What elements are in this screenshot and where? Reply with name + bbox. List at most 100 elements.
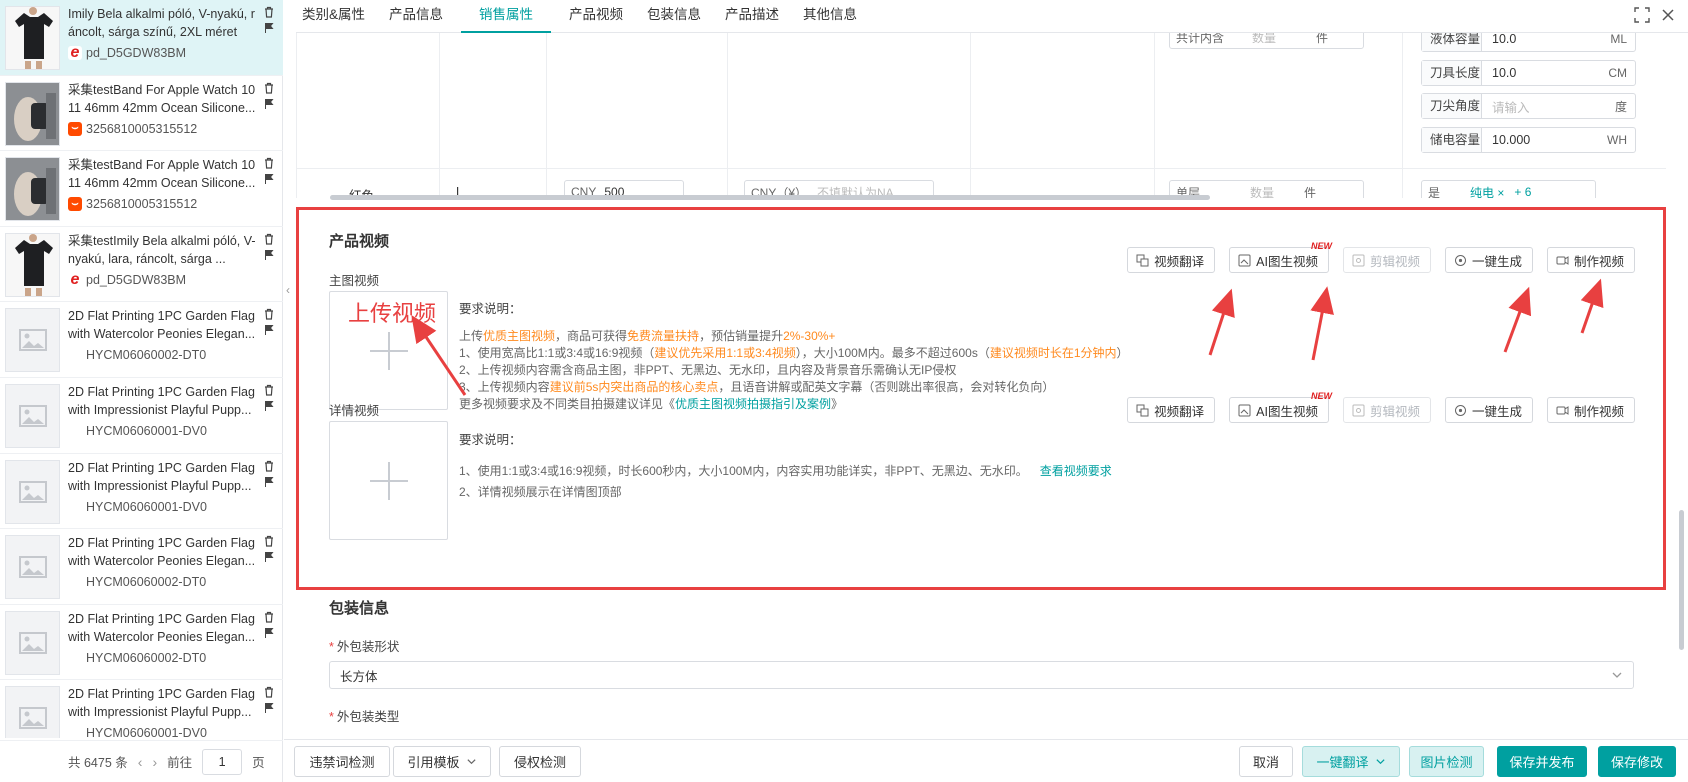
tab-5[interactable]: 产品描述 <box>719 0 785 33</box>
close-icon[interactable] <box>1660 7 1676 23</box>
one-click-translate-button[interactable]: 一键翻译 <box>1302 746 1400 777</box>
detail-video-translate-button[interactable]: 视频翻译 <box>1127 397 1216 423</box>
trash-icon[interactable] <box>263 82 275 94</box>
list-item[interactable]: 采集testBand For Apple Watch 10 11 46mm 42… <box>0 151 283 227</box>
infringement-check-button[interactable]: 侵权检测 <box>499 746 581 777</box>
apply-template-button[interactable]: 引用模板 <box>393 746 491 777</box>
tab-2[interactable]: 销售属性 <box>461 0 552 33</box>
package-shape-select[interactable]: 长方体 <box>329 661 1634 689</box>
flag-icon[interactable] <box>263 551 275 563</box>
image-placeholder-icon <box>5 535 60 600</box>
battery-select[interactable]: 是 纯电 × + 6 <box>1421 180 1596 198</box>
tab-4[interactable]: 包装信息 <box>641 0 707 33</box>
main-edit-video-button[interactable]: 剪辑视频 <box>1342 247 1431 273</box>
item-sku-text: HYCM06060002-DT0 <box>86 650 207 665</box>
attr-field[interactable]: 液体容量 10.0 ML <box>1421 33 1636 52</box>
attr-label: 刀具长度 <box>1422 60 1482 85</box>
main-video-upload[interactable]: 上传视频 <box>329 291 448 410</box>
flag-icon[interactable] <box>263 324 275 336</box>
video-requirements-link[interactable]: 查看视频要求 <box>1040 464 1112 478</box>
main-video-translate-button[interactable]: 视频翻译 <box>1127 247 1216 273</box>
attr-label: 液体容量 <box>1422 33 1482 51</box>
pager-goto-label: 前往 <box>167 756 193 770</box>
flag-icon[interactable] <box>263 249 275 261</box>
flag-icon[interactable] <box>263 400 275 412</box>
detail-video-upload[interactable] <box>329 421 448 540</box>
list-item[interactable]: 2D Flat Printing 1PC Garden Flag with Wa… <box>0 302 283 378</box>
item-title: 2D Flat Printing 1PC Garden Flag with Im… <box>68 687 255 720</box>
page-number-input[interactable] <box>202 748 243 775</box>
translate-icon <box>1136 404 1149 416</box>
trash-icon[interactable] <box>263 157 275 169</box>
trash-icon[interactable] <box>263 384 275 396</box>
required-mark: * <box>329 640 334 654</box>
tab-0[interactable]: 类别&属性 <box>296 0 371 33</box>
attr-field[interactable]: 储电容量 10.000 WH <box>1421 126 1636 153</box>
tab-6[interactable]: 其他信息 <box>797 0 863 33</box>
trash-icon[interactable] <box>263 535 275 547</box>
item-title: 2D Flat Printing 1PC Garden Flag with Wa… <box>68 611 256 644</box>
video-section-title: 产品视频 <box>329 233 390 250</box>
list-item[interactable]: 采集testImily Bela alkalmi póló, V-nyakú, … <box>0 227 283 303</box>
attr-field[interactable]: 刀具长度 10.0 CM <box>1421 59 1636 86</box>
tab-1[interactable]: 产品信息 <box>383 0 449 33</box>
product-thumbnail <box>5 6 60 70</box>
detail-make-video-button[interactable]: 制作视频 <box>1546 397 1635 423</box>
list-item[interactable]: 2D Flat Printing 1PC Garden Flag with Im… <box>0 378 283 454</box>
main-ai-video-button[interactable]: AI图生视频 NEW <box>1229 241 1332 273</box>
translate-label: 视频翻译 <box>1154 404 1205 419</box>
list-item[interactable]: 采集testBand For Apple Watch 10 11 46mm 42… <box>0 76 283 152</box>
pager-unit: 页 <box>252 756 265 770</box>
tab-3[interactable]: 产品视频 <box>563 0 629 33</box>
video-guide-link[interactable]: 优质主图视频拍摄指引及案例 <box>675 397 831 411</box>
collapse-sidebar-icon[interactable]: ‹ <box>283 280 293 300</box>
next-page-icon[interactable]: › <box>152 754 157 770</box>
trash-icon[interactable] <box>263 233 275 245</box>
image-check-button[interactable]: 图片检测 <box>1409 746 1484 777</box>
flag-icon[interactable] <box>263 22 275 34</box>
detail-edit-video-button[interactable]: 剪辑视频 <box>1342 397 1431 423</box>
detail-one-click-button[interactable]: 一键生成 <box>1444 397 1533 423</box>
main-make-video-button[interactable]: 制作视频 <box>1546 247 1635 273</box>
attr-field[interactable]: 刀尖角度 请输入 度 <box>1421 93 1636 119</box>
attr-unit: WH <box>1607 132 1627 147</box>
trash-icon[interactable] <box>263 6 275 18</box>
cancel-button[interactable]: 取消 <box>1239 746 1293 777</box>
list-item[interactable]: 2D Flat Printing 1PC Garden Flag with Wa… <box>0 529 283 605</box>
list-item[interactable]: 2D Flat Printing 1PC Garden Flag with Wa… <box>0 605 283 681</box>
product-thumbnail <box>5 157 60 222</box>
source-e-icon: e <box>68 44 82 61</box>
trash-icon[interactable] <box>263 308 275 320</box>
fullscreen-icon[interactable] <box>1634 7 1650 23</box>
trash-icon[interactable] <box>263 460 275 472</box>
vertical-scrollbar[interactable] <box>1679 510 1684 650</box>
inner-qty-field[interactable]: 共计内含 数量 件 <box>1169 33 1364 49</box>
variant-table: 共计内含 数量 件 液体容量 10.0 ML 刀具长度 10.0 CM 刀尖角度 请… <box>296 33 1666 198</box>
pack-qty-placeholder: 数量 <box>1250 185 1275 199</box>
flag-icon[interactable] <box>263 702 275 714</box>
item-actions <box>263 686 275 714</box>
prev-page-icon[interactable]: ‹ <box>138 754 143 770</box>
detail-ai-video-button[interactable]: AI图生视频 NEW <box>1229 391 1332 423</box>
trash-icon[interactable] <box>263 686 275 698</box>
ai-label: AI图生视频 <box>1256 404 1318 419</box>
main-one-click-button[interactable]: 一键生成 <box>1444 247 1533 273</box>
trash-icon[interactable] <box>263 611 275 623</box>
flag-icon[interactable] <box>263 627 275 639</box>
item-title: 2D Flat Printing 1PC Garden Flag with Im… <box>68 384 255 417</box>
flag-icon[interactable] <box>263 98 275 110</box>
main-req-line-3: 2、上传视频内容需含商品主图，非PPT、无黑边、无水印，且内容及背景音乐需确认无… <box>459 363 957 377</box>
horizontal-scrollbar[interactable] <box>330 195 1210 200</box>
list-item[interactable]: 2D Flat Printing 1PC Garden Flag with Im… <box>0 454 283 530</box>
edit-label: 剪辑视频 <box>1369 254 1420 269</box>
item-sku: e pd_D5GDW83BM <box>68 271 186 288</box>
list-item[interactable]: Imily Bela alkalmi póló, V-nyakú, ráncol… <box>0 0 283 76</box>
item-sku: e pd_D5GDW83BM <box>68 44 186 61</box>
flag-icon[interactable] <box>263 476 275 488</box>
list-item[interactable]: 2D Flat Printing 1PC Garden Flag with Im… <box>0 680 283 738</box>
flag-icon[interactable] <box>263 173 275 185</box>
forbidden-words-check-button[interactable]: 违禁词检测 <box>294 746 390 777</box>
save-and-publish-button[interactable]: 保存并发布 <box>1497 746 1587 777</box>
save-changes-button[interactable]: 保存修改 <box>1598 746 1676 777</box>
ai-label: AI图生视频 <box>1256 254 1318 269</box>
